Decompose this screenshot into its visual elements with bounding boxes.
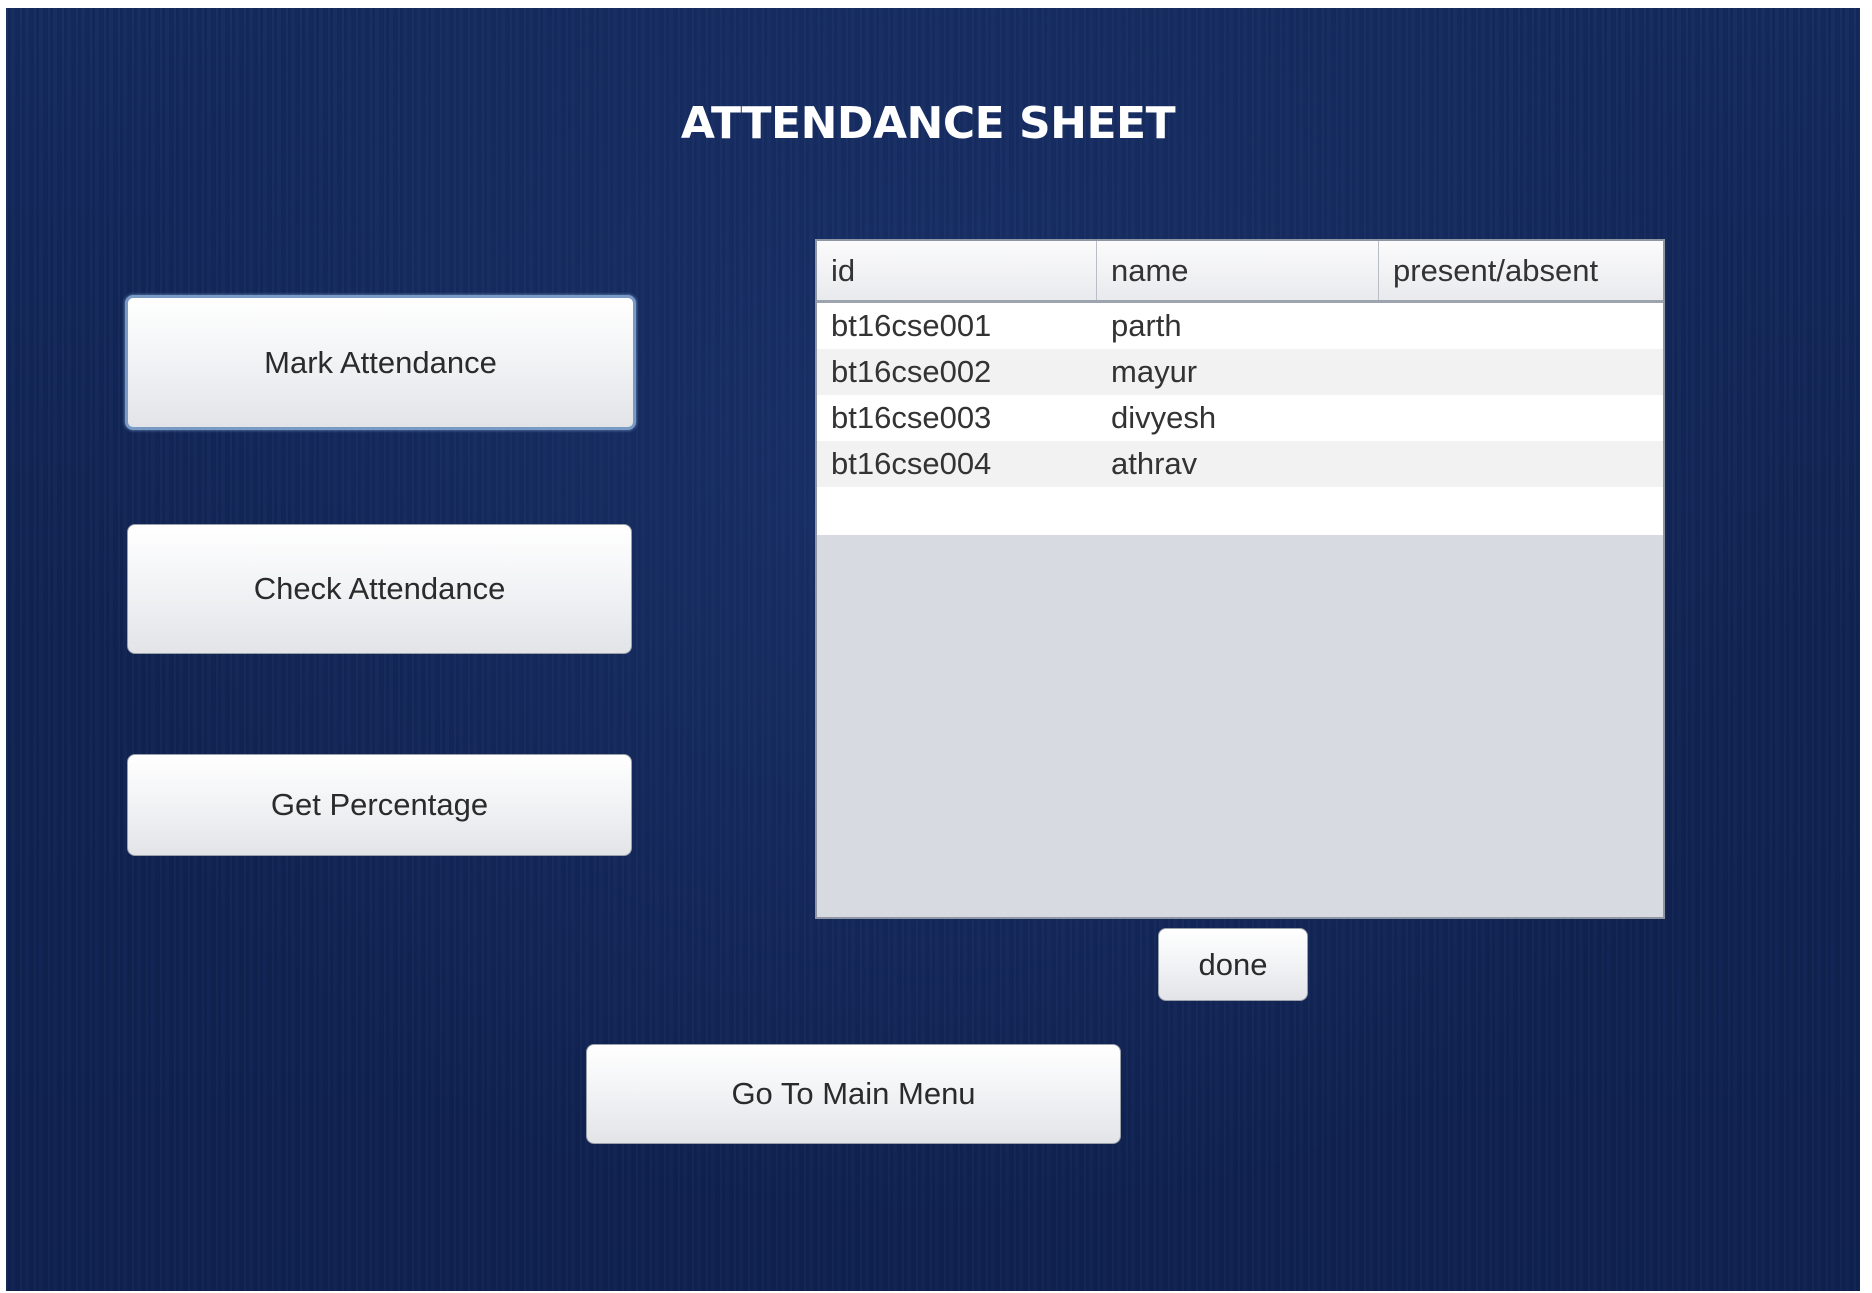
cell-id[interactable]: bt16cse002 (817, 349, 1097, 395)
column-header-id[interactable]: id (817, 241, 1097, 300)
table-row[interactable]: bt16cse001 parth (817, 303, 1663, 349)
cell-name[interactable]: mayur (1097, 349, 1379, 395)
attendance-window: ATTENDANCE SHEET Mark Attendance Check A… (6, 8, 1860, 1291)
check-attendance-button[interactable]: Check Attendance (127, 524, 632, 654)
cell-present-absent[interactable] (1379, 303, 1663, 349)
cell-present-absent[interactable] (1379, 441, 1663, 487)
table-body: bt16cse001 parth bt16cse002 mayur bt16cs… (817, 303, 1663, 535)
cell-id[interactable]: bt16cse004 (817, 441, 1097, 487)
page-title: ATTENDANCE SHEET (680, 98, 1176, 149)
attendance-table[interactable]: id name present/absent bt16cse001 parth … (815, 239, 1665, 919)
table-row[interactable]: bt16cse002 mayur (817, 349, 1663, 395)
cell-name[interactable]: parth (1097, 303, 1379, 349)
cell-name[interactable]: athrav (1097, 441, 1379, 487)
cell-id[interactable]: bt16cse003 (817, 395, 1097, 441)
cell-present-absent[interactable] (1379, 349, 1663, 395)
mark-attendance-button[interactable]: Mark Attendance (125, 295, 636, 430)
cell-name[interactable]: divyesh (1097, 395, 1379, 441)
column-header-name[interactable]: name (1097, 241, 1379, 300)
cell-id[interactable]: bt16cse001 (817, 303, 1097, 349)
table-row[interactable]: bt16cse004 athrav (817, 441, 1663, 487)
column-header-present-absent[interactable]: present/absent (1379, 241, 1663, 300)
get-percentage-button[interactable]: Get Percentage (127, 754, 632, 856)
table-header: id name present/absent (817, 241, 1663, 303)
done-button[interactable]: done (1158, 928, 1308, 1001)
go-to-main-menu-button[interactable]: Go To Main Menu (586, 1044, 1121, 1144)
table-row[interactable]: bt16cse003 divyesh (817, 395, 1663, 441)
cell-present-absent[interactable] (1379, 395, 1663, 441)
